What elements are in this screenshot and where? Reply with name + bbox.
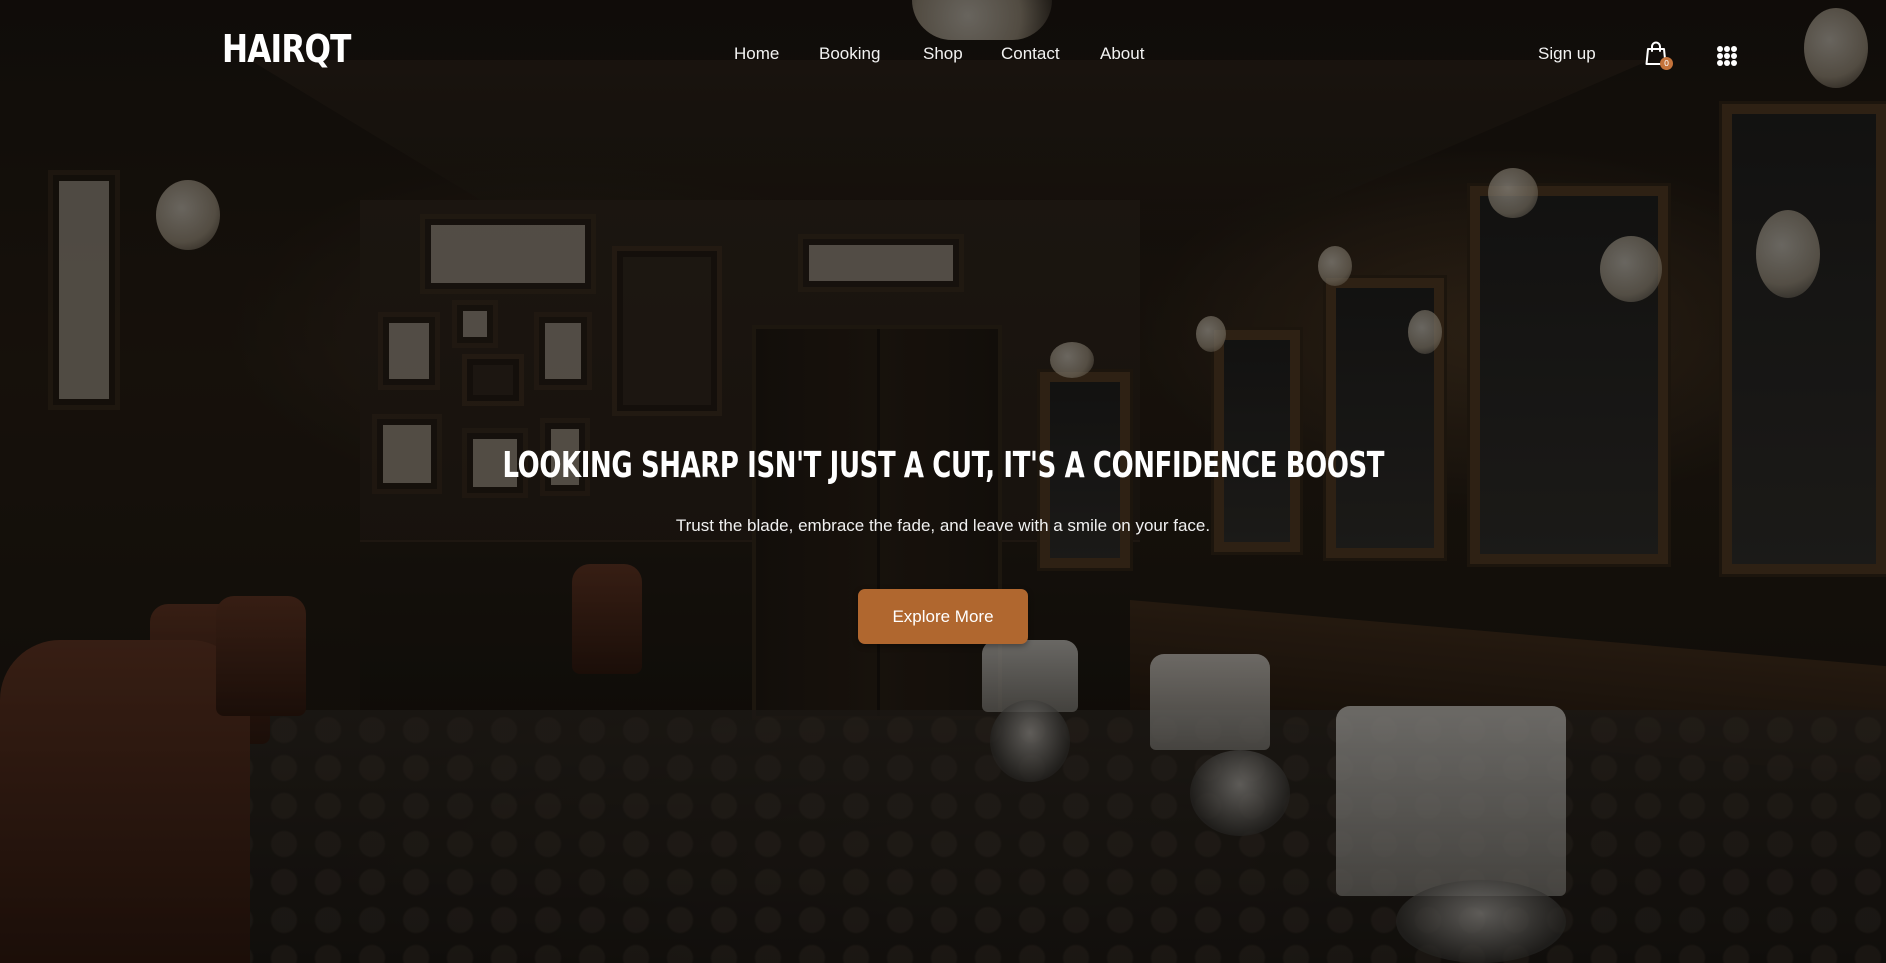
nav-item-shop[interactable]: Shop: [923, 44, 963, 64]
grid-menu-icon: [1717, 46, 1737, 66]
nav-item-booking[interactable]: Booking: [819, 44, 880, 64]
explore-more-button[interactable]: Explore More: [858, 589, 1028, 644]
hero-headline-text: LOOKING SHARP ISN'T JUST A CUT, IT'S A C…: [502, 445, 1384, 486]
main-nav: Home Booking Shop Contact About: [0, 44, 1886, 68]
cart-button[interactable]: 0: [1644, 40, 1673, 70]
hero-subheadline: Trust the blade, embrace the fade, and l…: [675, 516, 1211, 535]
hero-headline: LOOKING SHARP ISN'T JUST A CUT, IT'S A C…: [0, 448, 1886, 484]
nav-item-home[interactable]: Home: [734, 44, 779, 64]
nav-item-contact[interactable]: Contact: [1001, 44, 1060, 64]
cart-count-badge: 0: [1660, 57, 1673, 70]
hero-section: HAIRQT Home Booking Shop Contact About S…: [0, 0, 1886, 963]
nav-item-about[interactable]: About: [1100, 44, 1144, 64]
signup-link[interactable]: Sign up: [1538, 44, 1596, 64]
site-header: HAIRQT Home Booking Shop Contact About S…: [0, 0, 1886, 112]
menu-button[interactable]: [1716, 45, 1738, 67]
